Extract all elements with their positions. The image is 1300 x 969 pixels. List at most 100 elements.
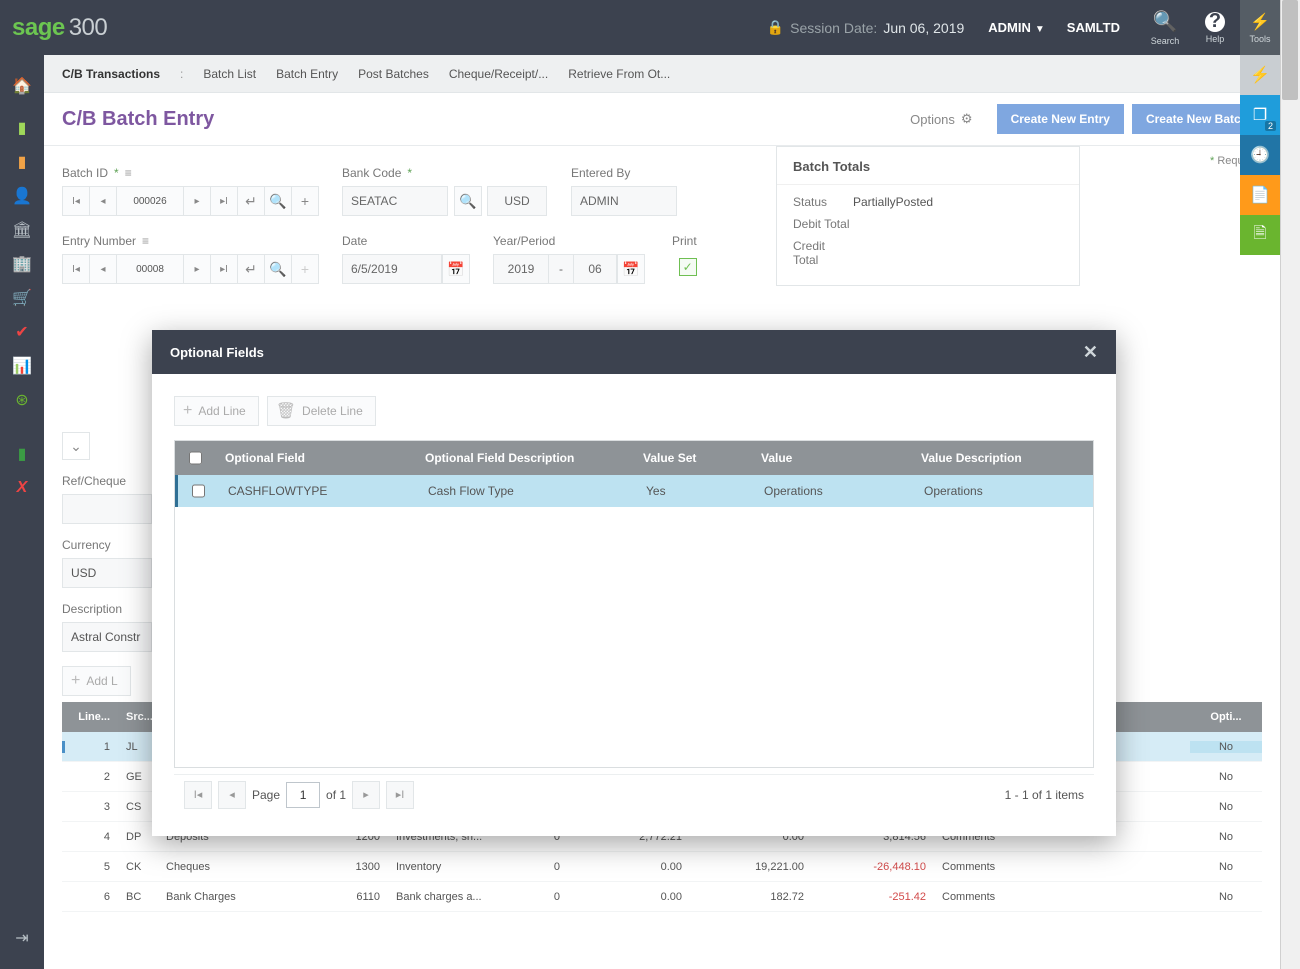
sidebar-item-11[interactable]: X: [0, 471, 44, 505]
modal-title: Optional Fields: [170, 345, 264, 360]
bank-code-search-button[interactable]: 🔍: [454, 186, 482, 216]
pager-next-button[interactable]: ▸: [352, 781, 380, 809]
next-button[interactable]: ▸: [183, 186, 211, 216]
last-button[interactable]: ▸I: [210, 254, 238, 284]
create-new-entry-button[interactable]: Create New Entry: [997, 104, 1124, 134]
sidebar-item-5[interactable]: 🏢: [0, 247, 44, 281]
select-all-checkbox[interactable]: [189, 451, 202, 465]
date-label: Date: [342, 234, 469, 248]
go-button[interactable]: ↵: [237, 186, 265, 216]
add-line-button[interactable]: +Add L: [62, 666, 131, 696]
table-row[interactable]: 5CKCheques1300Inventory00.0019,221.00-26…: [62, 852, 1262, 882]
page-header: C/B Batch Entry Options⚙ Create New Entr…: [44, 93, 1280, 146]
add-line-button[interactable]: +Add Line: [174, 396, 259, 426]
sidebar-item-8[interactable]: 📊: [0, 349, 44, 383]
batch-id-input[interactable]: 000026: [116, 186, 184, 216]
row-checkbox[interactable]: [192, 484, 205, 498]
breadcrumb-item[interactable]: Cheque/Receipt/...: [449, 67, 548, 81]
sidepanel-bolt-icon[interactable]: ⚡: [1240, 55, 1280, 95]
bank-code-input[interactable]: SEATAC: [342, 186, 448, 216]
calendar-icon[interactable]: 📅: [442, 254, 470, 284]
batch-id-label: Batch ID: [62, 166, 108, 180]
add-button[interactable]: +: [291, 186, 319, 216]
add-button-disabled: +: [291, 254, 319, 284]
menu-icon[interactable]: ≡: [125, 166, 132, 180]
table-row[interactable]: CASHFLOWTYPE Cash Flow Type Yes Operatio…: [175, 475, 1093, 507]
search-button[interactable]: 🔍: [264, 186, 292, 216]
print-checkbox[interactable]: ✓: [679, 258, 697, 276]
breadcrumb: C/B Transactions : Batch List Batch Entr…: [44, 55, 1280, 93]
plus-icon: +: [183, 402, 192, 420]
batch-totals-panel: Batch Totals StatusPartiallyPosted Debit…: [776, 146, 1080, 286]
go-button[interactable]: ↵: [237, 254, 265, 284]
sidebar-item-3[interactable]: 👤: [0, 179, 44, 213]
help-button[interactable]: ?Help: [1190, 0, 1240, 55]
sidepanel-windows-icon[interactable]: ❐2: [1240, 95, 1280, 135]
breadcrumb-item[interactable]: Batch List: [203, 67, 256, 81]
sidepanel-recent-icon[interactable]: 🕘: [1240, 135, 1280, 175]
left-sidebar: 🏠 ▮ ▮ 👤 🏛 🏢 🛒 ✔ 📊 ⊛ ▮ X ⇥: [0, 55, 44, 969]
batch-totals-title: Batch Totals: [777, 147, 1079, 185]
page-title: C/B Batch Entry: [62, 108, 214, 131]
ref-cheque-input[interactable]: [62, 494, 152, 524]
period-input[interactable]: 06: [573, 254, 617, 284]
next-button[interactable]: ▸: [183, 254, 211, 284]
sidebar-home-icon[interactable]: 🏠: [0, 69, 44, 103]
sidebar-collapse-icon[interactable]: ⇥: [0, 921, 44, 955]
entry-number-input[interactable]: 00008: [116, 254, 184, 284]
calendar-icon[interactable]: 📅: [617, 254, 645, 284]
delete-line-button[interactable]: 🗑Delete Line: [267, 396, 376, 426]
optional-fields-modal: Optional Fields ✕ +Add Line 🗑Delete Line…: [152, 330, 1116, 836]
pager-first-button[interactable]: I◂: [184, 781, 212, 809]
pager-prev-button[interactable]: ◂: [218, 781, 246, 809]
sidepanel-reports-icon[interactable]: 📄: [1240, 175, 1280, 215]
collapse-toggle[interactable]: ⌄: [62, 432, 90, 460]
user-menu[interactable]: ADMIN▼: [988, 20, 1045, 35]
prev-button[interactable]: ◂: [89, 254, 117, 284]
date-input[interactable]: 6/5/2019: [342, 254, 442, 284]
gear-icon: ⚙: [961, 111, 973, 127]
breadcrumb-item[interactable]: Post Batches: [358, 67, 429, 81]
pager-info: 1 - 1 of 1 items: [1005, 788, 1084, 802]
prev-button[interactable]: ◂: [89, 186, 117, 216]
app-logo: sage300: [12, 14, 107, 42]
sidepanel-inquiry-icon[interactable]: 🗎: [1240, 215, 1280, 255]
table-row[interactable]: 6BCBank Charges6110Bank charges a...00.0…: [62, 882, 1262, 912]
entered-by-value: ADMIN: [571, 186, 677, 216]
lock-icon: 🔒: [767, 19, 784, 36]
search-button[interactable]: 🔍Search: [1140, 0, 1190, 55]
optional-fields-table: Optional Field Optional Field Descriptio…: [174, 440, 1094, 768]
help-icon: ?: [1205, 12, 1225, 32]
tools-button[interactable]: ⚡Tools: [1240, 0, 1280, 55]
year-input[interactable]: 2019: [493, 254, 549, 284]
sidebar-item-1[interactable]: ▮: [0, 111, 44, 145]
sidebar-item-9[interactable]: ⊛: [0, 383, 44, 417]
description-input[interactable]: Astral Constr: [62, 622, 152, 652]
close-icon[interactable]: ✕: [1083, 342, 1098, 363]
print-label: Print: [672, 234, 697, 248]
first-button[interactable]: I◂: [62, 186, 90, 216]
bolt-icon: ⚡: [1250, 12, 1270, 32]
pager-last-button[interactable]: ▸I: [386, 781, 414, 809]
search-icon: 🔍: [1153, 9, 1178, 34]
menu-icon[interactable]: ≡: [142, 234, 149, 248]
year-period-label: Year/Period: [493, 234, 644, 248]
trash-icon: 🗑: [276, 401, 296, 421]
breadcrumb-item[interactable]: Batch Entry: [276, 67, 338, 81]
sidebar-item-10[interactable]: ▮: [0, 437, 44, 471]
last-button[interactable]: ▸I: [210, 186, 238, 216]
batch-status: PartiallyPosted: [853, 195, 933, 209]
pager-page-input[interactable]: [286, 782, 320, 808]
search-button[interactable]: 🔍: [264, 254, 292, 284]
sidebar-item-6[interactable]: 🛒: [0, 281, 44, 315]
currency-input[interactable]: USD: [62, 558, 152, 588]
breadcrumb-item[interactable]: Retrieve From Ot...: [568, 67, 670, 81]
options-button[interactable]: Options⚙: [910, 111, 972, 127]
sidebar-item-2[interactable]: ▮: [0, 145, 44, 179]
entered-by-label: Entered By: [571, 166, 677, 180]
session-date-value: Jun 06, 2019: [883, 20, 964, 36]
sidebar-item-7[interactable]: ✔: [0, 315, 44, 349]
first-button[interactable]: I◂: [62, 254, 90, 284]
page-scrollbar[interactable]: [1280, 0, 1300, 969]
sidebar-item-4[interactable]: 🏛: [0, 213, 44, 247]
